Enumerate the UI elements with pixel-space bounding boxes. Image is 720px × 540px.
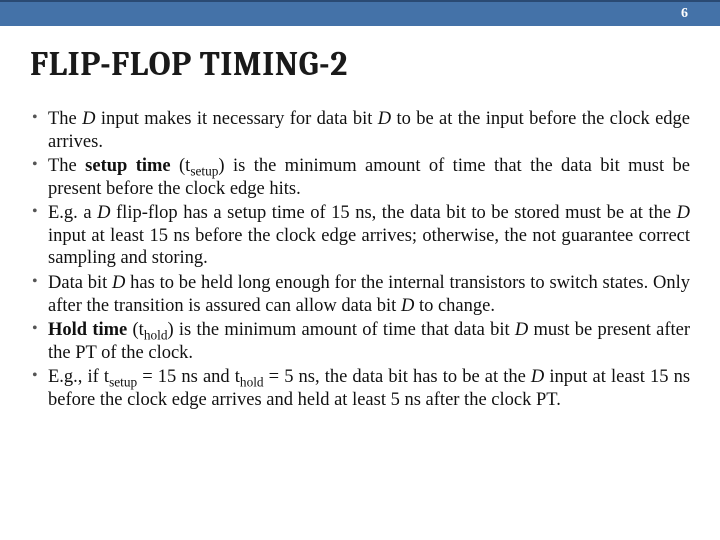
text: has to be held long enough for the inter… xyxy=(48,273,690,316)
slide-content: FLIP-FLOP TIMING-2 The D input makes it … xyxy=(0,26,720,411)
list-item: The D input makes it necessary for data … xyxy=(30,108,690,153)
text: (t xyxy=(127,320,144,340)
list-item: E.g. a D flip-flop has a setup time of 1… xyxy=(30,202,690,270)
page-number: 6 xyxy=(681,6,688,22)
text-sub: hold xyxy=(144,328,168,343)
text-bold: setup time xyxy=(85,156,170,176)
text: to change. xyxy=(414,296,495,316)
text: The xyxy=(48,156,85,176)
text-sub: setup xyxy=(109,375,137,390)
text: = 15 ns and t xyxy=(137,367,240,387)
text: (t xyxy=(171,156,191,176)
slide-title: FLIP-FLOP TIMING-2 xyxy=(30,44,690,84)
text-sub: setup xyxy=(190,164,218,179)
text: The xyxy=(48,109,82,129)
slide-header: 6 xyxy=(0,0,720,26)
text-italic: D xyxy=(677,203,690,223)
text-italic: D xyxy=(82,109,95,129)
list-item: E.g., if tsetup = 15 ns and thold = 5 ns… xyxy=(30,366,690,411)
text-bold: Hold time xyxy=(48,320,127,340)
text-italic: D xyxy=(112,273,125,293)
text: = 5 ns, the data bit has to be at the xyxy=(264,367,531,387)
text: flip-flop has a setup time of 15 ns, the… xyxy=(110,203,676,223)
text-italic: D xyxy=(97,203,110,223)
list-item: Data bit D has to be held long enough fo… xyxy=(30,272,690,317)
text-italic: D xyxy=(515,320,528,340)
text: E.g. a xyxy=(48,203,97,223)
list-item: Hold time (thold) is the minimum amount … xyxy=(30,319,690,364)
text: E.g., if t xyxy=(48,367,109,387)
text-italic: D xyxy=(401,296,414,316)
text: ) is the minimum amount of time that dat… xyxy=(167,320,514,340)
text: input at least 15 ns before the clock ed… xyxy=(48,226,690,269)
text-italic: D xyxy=(378,109,391,129)
bullet-list: The D input makes it necessary for data … xyxy=(30,108,690,411)
text-italic: D xyxy=(531,367,544,387)
text: input makes it necessary for data bit xyxy=(96,109,378,129)
text: Data bit xyxy=(48,273,112,293)
list-item: The setup time (tsetup) is the minimum a… xyxy=(30,155,690,200)
text-sub: hold xyxy=(240,375,264,390)
